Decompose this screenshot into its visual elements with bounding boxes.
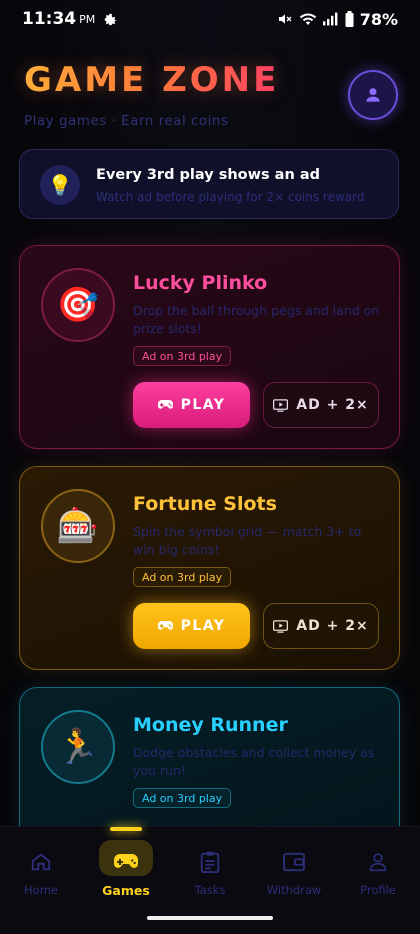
game-card-fortune-slots[interactable]: 🎰 Fortune Slots Spin the symbol grid — m…	[19, 466, 400, 670]
battery-level: 78%	[359, 9, 398, 29]
wifi-icon	[299, 13, 316, 25]
target-icon: 🎯	[41, 268, 115, 342]
person-icon	[366, 88, 380, 102]
banner-title: Every 3rd play shows an ad	[96, 167, 321, 183]
tv-play-icon	[273, 398, 289, 412]
nav-item-profile[interactable]: Profile	[343, 849, 413, 897]
lightbulb-icon: 💡	[40, 165, 80, 205]
nav-item-games[interactable]: Games	[91, 849, 161, 898]
nav-label: Profile	[360, 883, 396, 897]
gamepad-icon	[114, 854, 138, 868]
home-icon	[31, 853, 51, 871]
mute-icon	[278, 14, 292, 24]
profile-avatar-button[interactable]	[348, 70, 398, 120]
gamepad-icon	[157, 400, 173, 409]
gamepad-icon	[157, 621, 173, 630]
ad-label: AD + 2×	[296, 618, 369, 634]
play-button[interactable]: PLAY	[133, 382, 250, 428]
ad-info-banner: 💡 Every 3rd play shows an ad Watch ad be…	[19, 149, 399, 219]
battery-icon	[345, 11, 354, 27]
ad-badge: Ad on 3rd play	[133, 346, 232, 366]
signal-icon	[322, 12, 338, 26]
game-description: Spin the symbol grid — match 3+ to win b…	[133, 524, 362, 557]
game-description: Dodge obstacles and collect money as you…	[133, 745, 375, 778]
banner-subtitle: Watch ad before playing for 2× coins rew…	[96, 190, 365, 204]
runner-icon: 🏃	[41, 710, 115, 784]
watch-ad-button[interactable]: AD + 2×	[263, 603, 379, 649]
game-title: Lucky Plinko	[133, 272, 268, 294]
play-label: PLAY	[180, 397, 226, 413]
nav-item-tasks[interactable]: Tasks	[175, 849, 245, 897]
nav-label: Games	[102, 883, 150, 898]
status-bar: 11:34 PM 78%	[0, 0, 420, 38]
person-icon	[369, 853, 387, 872]
slot-machine-icon: 🎰	[41, 489, 115, 563]
clipboard-icon	[200, 851, 220, 873]
game-title: Fortune Slots	[133, 493, 277, 515]
nav-item-home[interactable]: Home	[6, 849, 76, 897]
status-ampm: PM	[79, 12, 96, 26]
nav-item-withdraw[interactable]: Withdraw	[259, 849, 329, 897]
nav-label: Home	[24, 883, 58, 897]
tv-play-icon	[273, 619, 289, 633]
wallet-icon	[283, 852, 305, 872]
ad-badge: Ad on 3rd play	[133, 788, 232, 808]
ad-badge: Ad on 3rd play	[133, 567, 232, 587]
gear-icon	[105, 13, 117, 25]
page-subtitle: Play games · Earn real coins	[24, 113, 229, 129]
ad-label: AD + 2×	[296, 397, 369, 413]
watch-ad-button[interactable]: AD + 2×	[263, 382, 379, 428]
play-label: PLAY	[180, 618, 226, 634]
page-title: GAME ZONE	[24, 60, 280, 100]
home-gesture-bar[interactable]	[147, 916, 273, 920]
nav-label: Tasks	[194, 883, 226, 897]
game-card-lucky-plinko[interactable]: 🎯 Lucky Plinko Drop the ball through peg…	[19, 245, 400, 449]
game-description: Drop the ball through pegs and land on p…	[133, 303, 380, 336]
play-button[interactable]: PLAY	[133, 603, 250, 649]
nav-label: Withdraw	[266, 883, 322, 897]
status-time: 11:34	[22, 9, 77, 29]
active-tab-indicator	[110, 827, 142, 831]
game-title: Money Runner	[133, 714, 288, 736]
